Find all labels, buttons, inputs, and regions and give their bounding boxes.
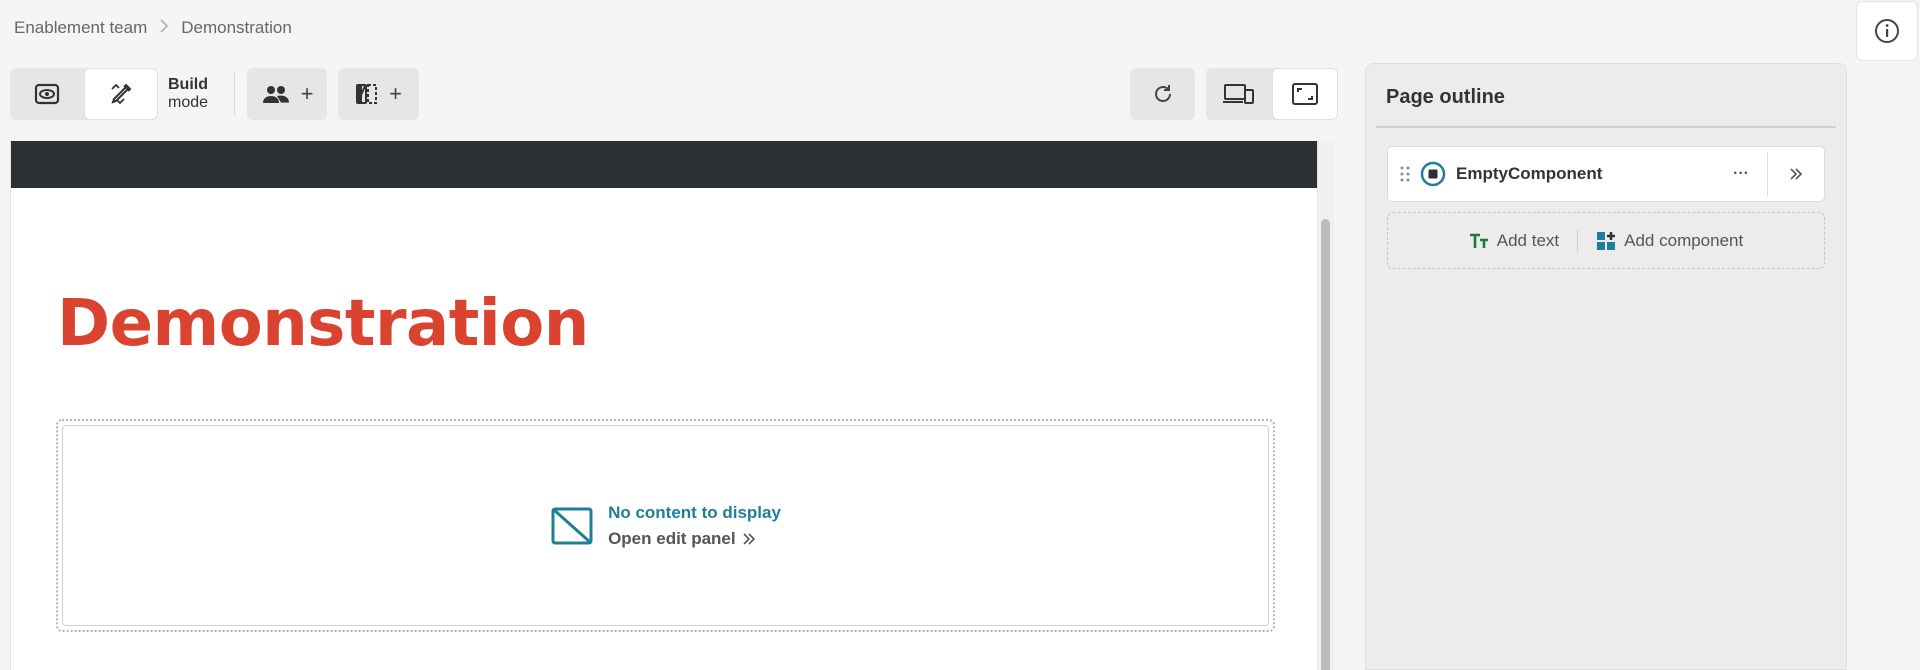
empty-component-inner: No content to display Open edit panel bbox=[62, 425, 1269, 626]
info-icon bbox=[1875, 19, 1899, 43]
refresh-button[interactable] bbox=[1130, 68, 1195, 120]
add-component-button[interactable]: Add component bbox=[1596, 231, 1743, 251]
build-mode-label: Build mode bbox=[168, 76, 209, 111]
device-preview-button[interactable] bbox=[1206, 68, 1272, 120]
info-button[interactable] bbox=[1856, 1, 1918, 61]
add-row-divider bbox=[1577, 229, 1579, 252]
scrollbar-thumb[interactable] bbox=[1321, 219, 1330, 670]
empty-component-placeholder[interactable]: No content to display Open edit panel bbox=[56, 419, 1275, 632]
add-content-row: Add text Add component bbox=[1387, 212, 1825, 269]
add-component-icon bbox=[1597, 231, 1616, 250]
add-variant-button[interactable]: + bbox=[338, 68, 419, 120]
text-type-icon bbox=[1469, 233, 1488, 248]
fullscreen-button[interactable] bbox=[1272, 68, 1338, 120]
preview-mode-button[interactable] bbox=[10, 68, 84, 120]
add-text-button[interactable]: Add text bbox=[1469, 231, 1559, 251]
outline-divider bbox=[1376, 126, 1836, 128]
no-content-icon bbox=[551, 507, 593, 544]
canvas-scrollbar[interactable] bbox=[1317, 141, 1334, 670]
pencil-ruler-icon bbox=[111, 83, 132, 105]
outline-component-row[interactable]: EmptyComponent ··· bbox=[1387, 146, 1825, 202]
breadcrumb-item-page: Demonstration bbox=[181, 18, 292, 37]
no-content-message: No content to display bbox=[608, 502, 781, 522]
outline-title: Page outline bbox=[1386, 86, 1505, 108]
double-chevron-right-icon bbox=[743, 532, 755, 545]
eye-icon bbox=[34, 83, 60, 105]
page-outline-panel: Page outline EmptyComponent ··· Add text… bbox=[1365, 63, 1847, 670]
plus-icon: + bbox=[300, 81, 314, 106]
people-icon bbox=[262, 86, 289, 103]
breadcrumb-item-team[interactable]: Enablement team bbox=[14, 18, 147, 38]
chevron-right-icon bbox=[159, 19, 169, 37]
add-audience-button[interactable]: + bbox=[247, 68, 327, 120]
refresh-icon bbox=[1154, 85, 1171, 102]
fullscreen-icon bbox=[1292, 83, 1318, 105]
component-icon bbox=[1420, 161, 1446, 187]
toolbar-divider bbox=[234, 72, 235, 116]
plus-icon: + bbox=[389, 81, 402, 106]
mode-toggle-group bbox=[10, 68, 158, 120]
variant-icon bbox=[356, 84, 378, 104]
double-chevron-right-icon bbox=[1790, 168, 1803, 180]
build-mode-button[interactable] bbox=[84, 68, 158, 120]
view-toggle-group bbox=[1206, 68, 1338, 120]
more-options-icon[interactable]: ··· bbox=[1733, 165, 1749, 183]
page-header-bar bbox=[11, 141, 1318, 188]
drag-handle-icon[interactable] bbox=[1400, 166, 1410, 182]
page-title[interactable]: Demonstration bbox=[57, 287, 589, 361]
devices-icon bbox=[1223, 84, 1254, 104]
open-edit-panel-link[interactable]: Open edit panel bbox=[608, 529, 781, 549]
expand-component-button[interactable] bbox=[1768, 147, 1824, 201]
component-name: EmptyComponent bbox=[1456, 164, 1603, 183]
page-canvas: Demonstration No content to display Open… bbox=[10, 141, 1334, 670]
breadcrumb: Enablement team Demonstration bbox=[14, 18, 292, 38]
